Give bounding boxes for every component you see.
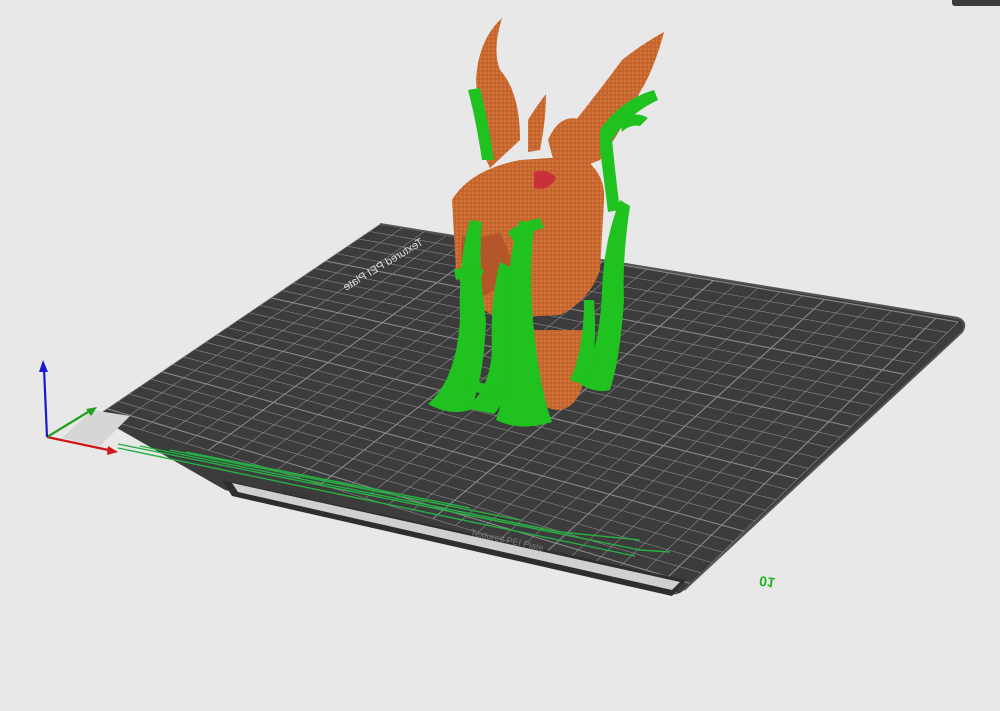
3d-viewport[interactable]: Bambu Lab Textured PEI Plate Textured PE… <box>0 0 1000 706</box>
plate-number: 01 <box>758 573 776 591</box>
model-horn-middle <box>528 94 546 152</box>
corner-toolbar-tab[interactable] <box>952 0 1000 6</box>
